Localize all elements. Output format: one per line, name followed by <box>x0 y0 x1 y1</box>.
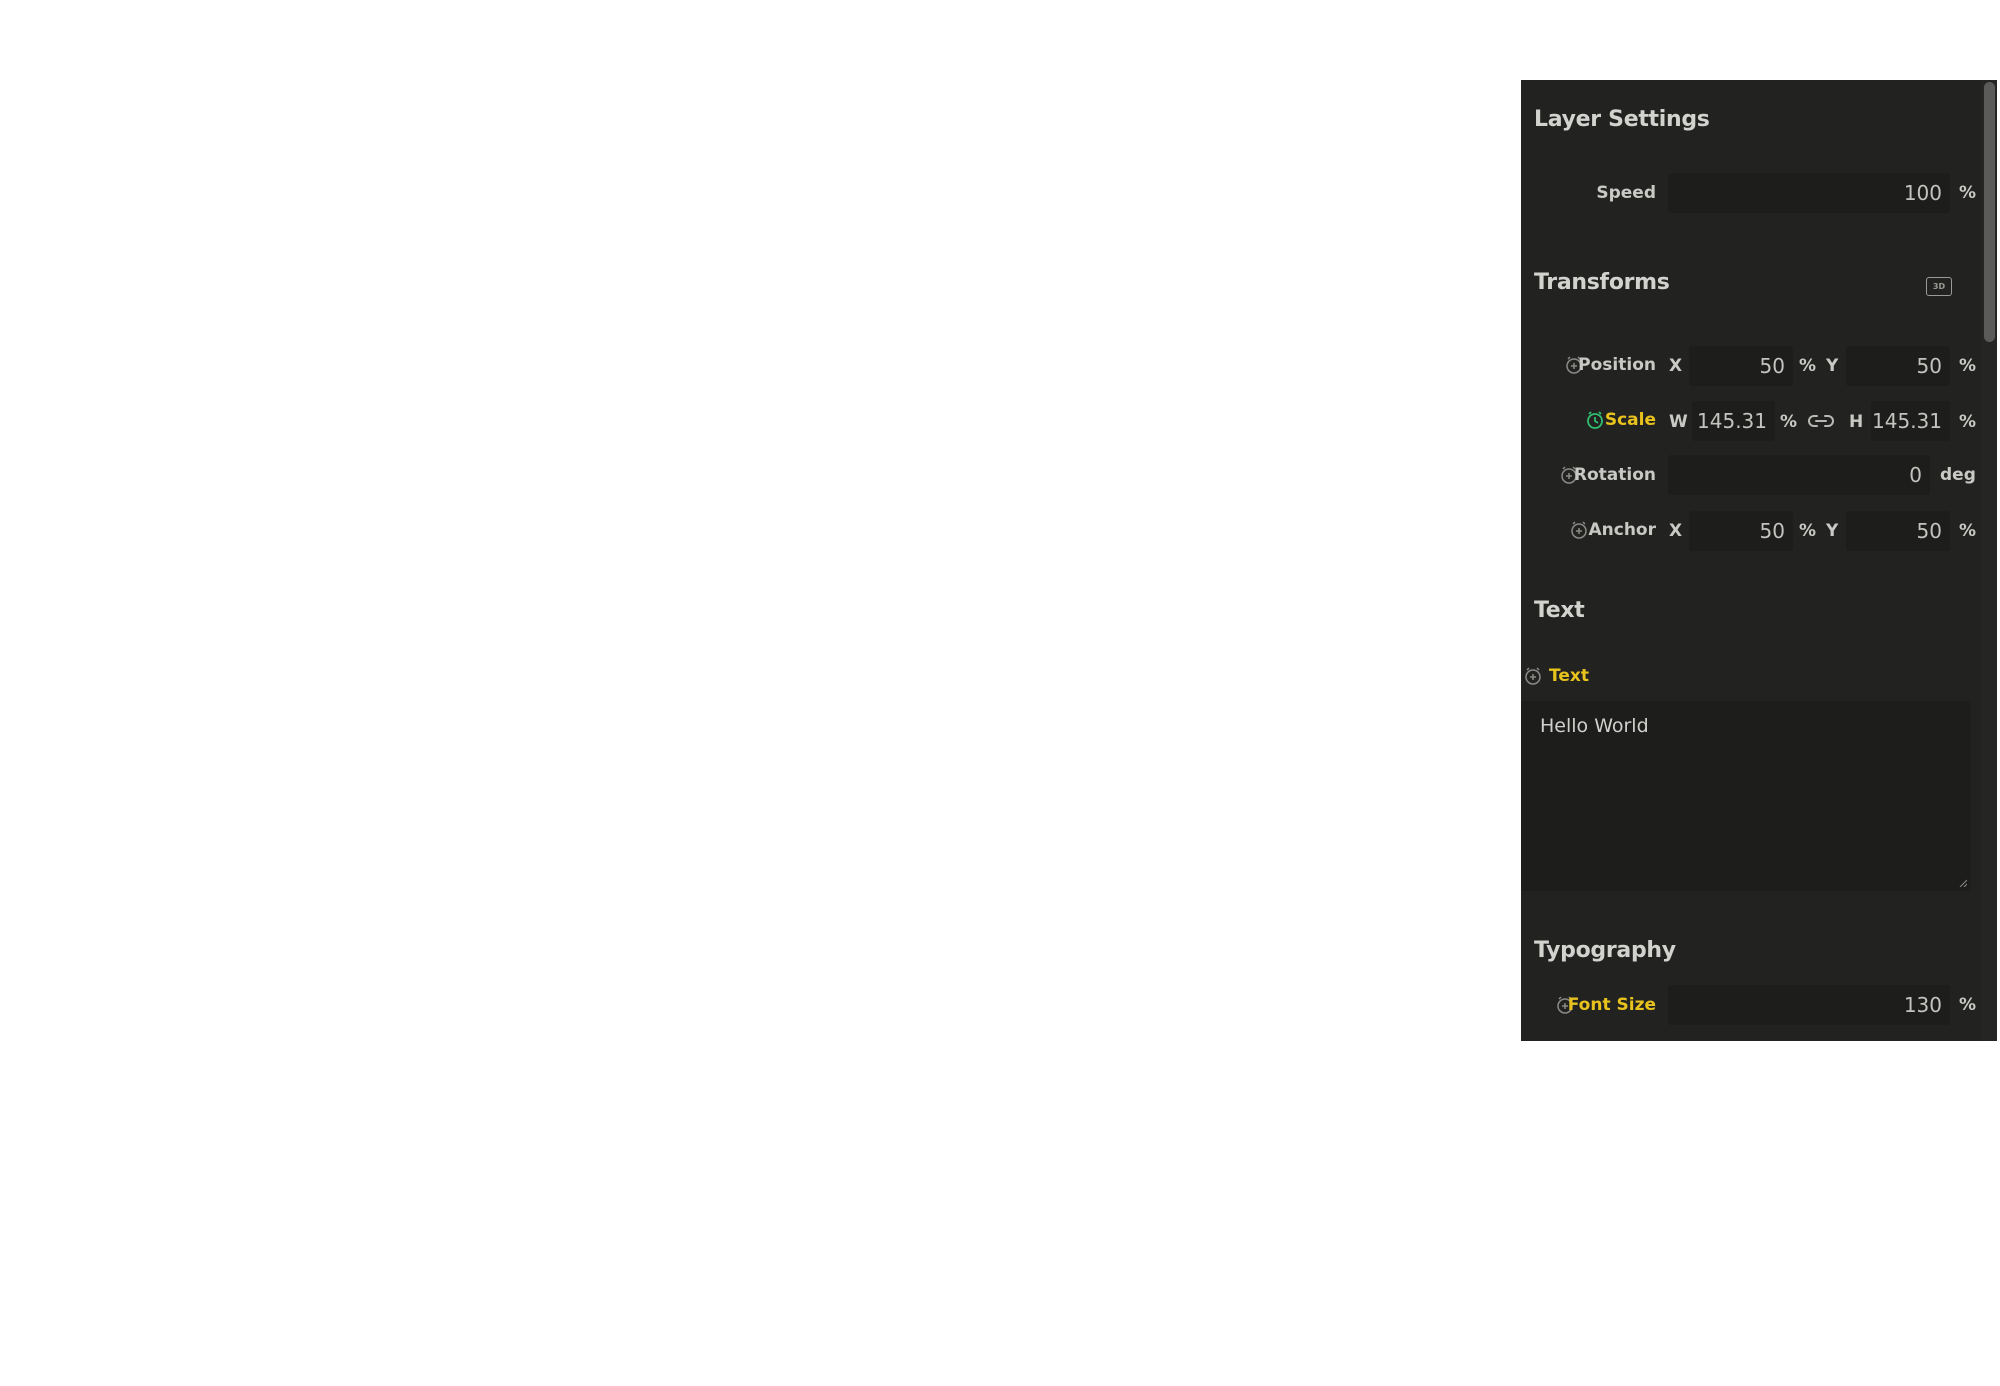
anchor-y-input[interactable]: 50 <box>1846 511 1950 551</box>
font-size-label: Font Size <box>1567 995 1656 1015</box>
speed-unit: % <box>1959 183 1977 203</box>
properties-panel: Layer Settings Speed 100 % Transforms 3D… <box>1521 80 1997 1041</box>
anchor-y-axis: Y <box>1826 521 1839 541</box>
scale-h-input[interactable]: 145.31 <box>1871 401 1950 441</box>
anchor-label: Anchor <box>1588 520 1656 540</box>
anchor-x-unit: % <box>1799 521 1817 541</box>
keyframe-add-icon[interactable] <box>1523 666 1543 686</box>
position-x-unit: % <box>1799 356 1817 376</box>
typography-title: Typography <box>1534 938 1676 963</box>
scale-label: Scale <box>1604 410 1656 430</box>
scale-w-axis: W <box>1669 412 1688 432</box>
text-content-textarea[interactable]: Hello World <box>1521 701 1971 891</box>
anchor-y-unit: % <box>1959 521 1977 541</box>
text-content-value: Hello World <box>1540 715 1649 737</box>
text-label: Text <box>1549 666 1589 686</box>
position-x-input[interactable]: 50 <box>1689 346 1793 386</box>
anchor-x-axis: X <box>1669 521 1683 541</box>
scrollbar-thumb[interactable] <box>1984 82 1995 342</box>
speed-label: Speed <box>1596 183 1656 203</box>
scale-h-unit: % <box>1959 412 1977 432</box>
rotation-unit: deg <box>1940 465 1976 485</box>
rotation-input[interactable]: 0 <box>1668 455 1930 495</box>
3d-toggle-icon[interactable]: 3D <box>1926 277 1952 296</box>
transforms-title: Transforms <box>1534 270 1670 295</box>
resize-grip-icon[interactable] <box>1959 879 1967 887</box>
font-size-unit: % <box>1959 995 1977 1015</box>
position-x-axis: X <box>1669 356 1683 376</box>
speed-input[interactable]: 100 <box>1668 173 1950 213</box>
scale-h-axis: H <box>1849 412 1864 432</box>
anchor-x-input[interactable]: 50 <box>1689 511 1793 551</box>
rotation-label: Rotation <box>1573 465 1656 485</box>
scrollbar-track[interactable] <box>1981 80 1997 1041</box>
layer-settings-title: Layer Settings <box>1534 107 1710 132</box>
position-y-unit: % <box>1959 356 1977 376</box>
font-size-input[interactable]: 130 <box>1668 985 1950 1025</box>
scale-w-unit: % <box>1780 412 1798 432</box>
link-icon[interactable] <box>1806 411 1836 431</box>
position-label: Position <box>1578 355 1656 375</box>
text-section-title: Text <box>1534 598 1585 623</box>
scale-w-input[interactable]: 145.31 <box>1692 401 1775 441</box>
position-y-axis: Y <box>1826 356 1839 376</box>
position-y-input[interactable]: 50 <box>1846 346 1950 386</box>
